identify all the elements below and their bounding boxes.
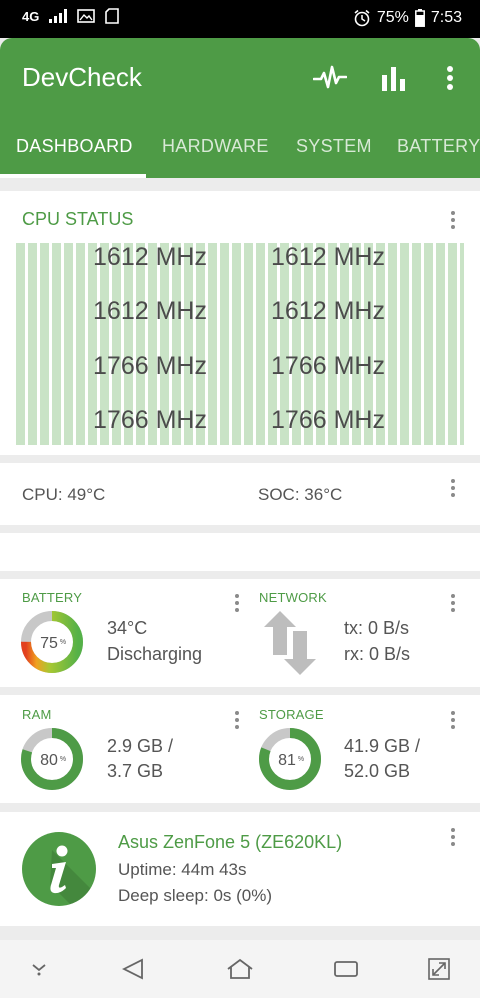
storage-percent-text: 81: [278, 752, 296, 769]
cpu-status-card: CPU STATUS 1612 MHz 1612 MHz 1612 MHz 16…: [0, 191, 480, 455]
battery-icon: [414, 9, 425, 27]
ram-used: 2.9 GB /: [107, 736, 174, 756]
more-icon[interactable]: [445, 477, 461, 499]
percent-sign: %: [298, 756, 304, 763]
deep-sleep: Deep sleep: 0s (0%): [118, 886, 273, 905]
core-frequency: 1766 MHz: [271, 406, 385, 434]
signal-icon: [49, 9, 68, 23]
bar-chart-icon[interactable]: [376, 60, 412, 96]
core-frequency: 1612 MHz: [93, 243, 207, 271]
info-icon: [22, 832, 96, 906]
alarm-icon: [354, 9, 370, 27]
more-icon[interactable]: [445, 709, 461, 731]
core-frequency: 1766 MHz: [271, 352, 385, 380]
status-bar: 4G 75% 7:53: [0, 0, 480, 38]
network-type: 4G: [22, 8, 40, 24]
network-arrows-icon: [264, 611, 316, 675]
expand-icon[interactable]: [424, 954, 454, 984]
battery-percent-text: 75: [40, 635, 58, 652]
more-icon[interactable]: [445, 826, 461, 848]
percent-sign: %: [60, 639, 66, 646]
tab-battery[interactable]: BATTERY: [397, 128, 480, 178]
storage-total: 52.0 GB: [344, 761, 411, 781]
percent-sign: %: [60, 756, 66, 763]
ram-percent-text: 80: [40, 752, 58, 769]
clock: 7:53: [430, 9, 462, 26]
tab-indicator: [0, 174, 146, 178]
cpu-temp: CPU: 49°C: [22, 485, 106, 504]
app-bar: DevCheck DASHBOARD HARDWARE SYSTEM BATTE…: [0, 38, 480, 178]
more-icon[interactable]: [445, 209, 461, 231]
nav-down-icon[interactable]: [24, 954, 54, 984]
battery-donut: 75 %: [21, 611, 83, 673]
battery-network-card: BATTERY 75 % 34°C Discharging NETWORK tx…: [0, 579, 480, 687]
ram-storage-card: RAM 80 % 2.9 GB / 3.7 GB STORAGE 81 % 41…: [0, 695, 480, 803]
more-vert-icon[interactable]: [432, 60, 468, 96]
network-rx: rx: 0 B/s: [344, 644, 411, 664]
recents-icon[interactable]: [331, 954, 361, 984]
battery-percent: 75%: [376, 9, 409, 26]
storage-donut: 81 %: [259, 728, 321, 790]
back-icon[interactable]: [118, 954, 148, 984]
storage-used: 41.9 GB /: [344, 736, 421, 756]
tab-system[interactable]: SYSTEM: [296, 128, 372, 178]
more-icon[interactable]: [229, 592, 245, 614]
navigation-bar: [0, 940, 480, 998]
ram-donut: 80 %: [21, 728, 83, 790]
pulse-icon[interactable]: [312, 60, 348, 96]
uptime: Uptime: 44m 43s: [118, 860, 247, 879]
more-icon[interactable]: [445, 592, 461, 614]
soc-temp: SOC: 36°C: [258, 485, 343, 504]
device-name: Asus ZenFone 5 (ZE620KL): [118, 832, 343, 852]
more-icon[interactable]: [229, 709, 245, 731]
app-title: DevCheck: [22, 62, 142, 92]
device-card: Asus ZenFone 5 (ZE620KL) Uptime: 44m 43s…: [0, 812, 480, 926]
ram-total: 3.7 GB: [107, 761, 164, 781]
core-frequency: 1612 MHz: [271, 243, 385, 271]
empty-card: [0, 533, 480, 571]
tab-hardware[interactable]: HARDWARE: [162, 128, 269, 178]
battery-state: Discharging: [107, 644, 203, 664]
sd-card-icon: [105, 8, 120, 24]
tab-dashboard[interactable]: DASHBOARD: [16, 128, 133, 178]
gallery-icon: [77, 9, 96, 23]
tab-bar: DASHBOARD HARDWARE SYSTEM BATTERY: [0, 128, 480, 178]
network-tx: tx: 0 B/s: [344, 618, 410, 638]
core-frequency: 1612 MHz: [93, 297, 207, 325]
core-frequency: 1766 MHz: [93, 352, 207, 380]
network-label: NETWORK: [259, 590, 327, 605]
core-frequency: 1766 MHz: [93, 406, 207, 434]
storage-label: STORAGE: [259, 707, 324, 722]
battery-temp: 34°C: [107, 618, 148, 638]
core-frequency: 1612 MHz: [271, 297, 385, 325]
ram-label: RAM: [22, 707, 52, 722]
cpu-status-title: CPU STATUS: [22, 209, 134, 229]
temperature-card: CPU: 49°C SOC: 36°C: [0, 463, 480, 525]
battery-label: BATTERY: [22, 590, 83, 605]
home-icon[interactable]: [225, 954, 255, 984]
